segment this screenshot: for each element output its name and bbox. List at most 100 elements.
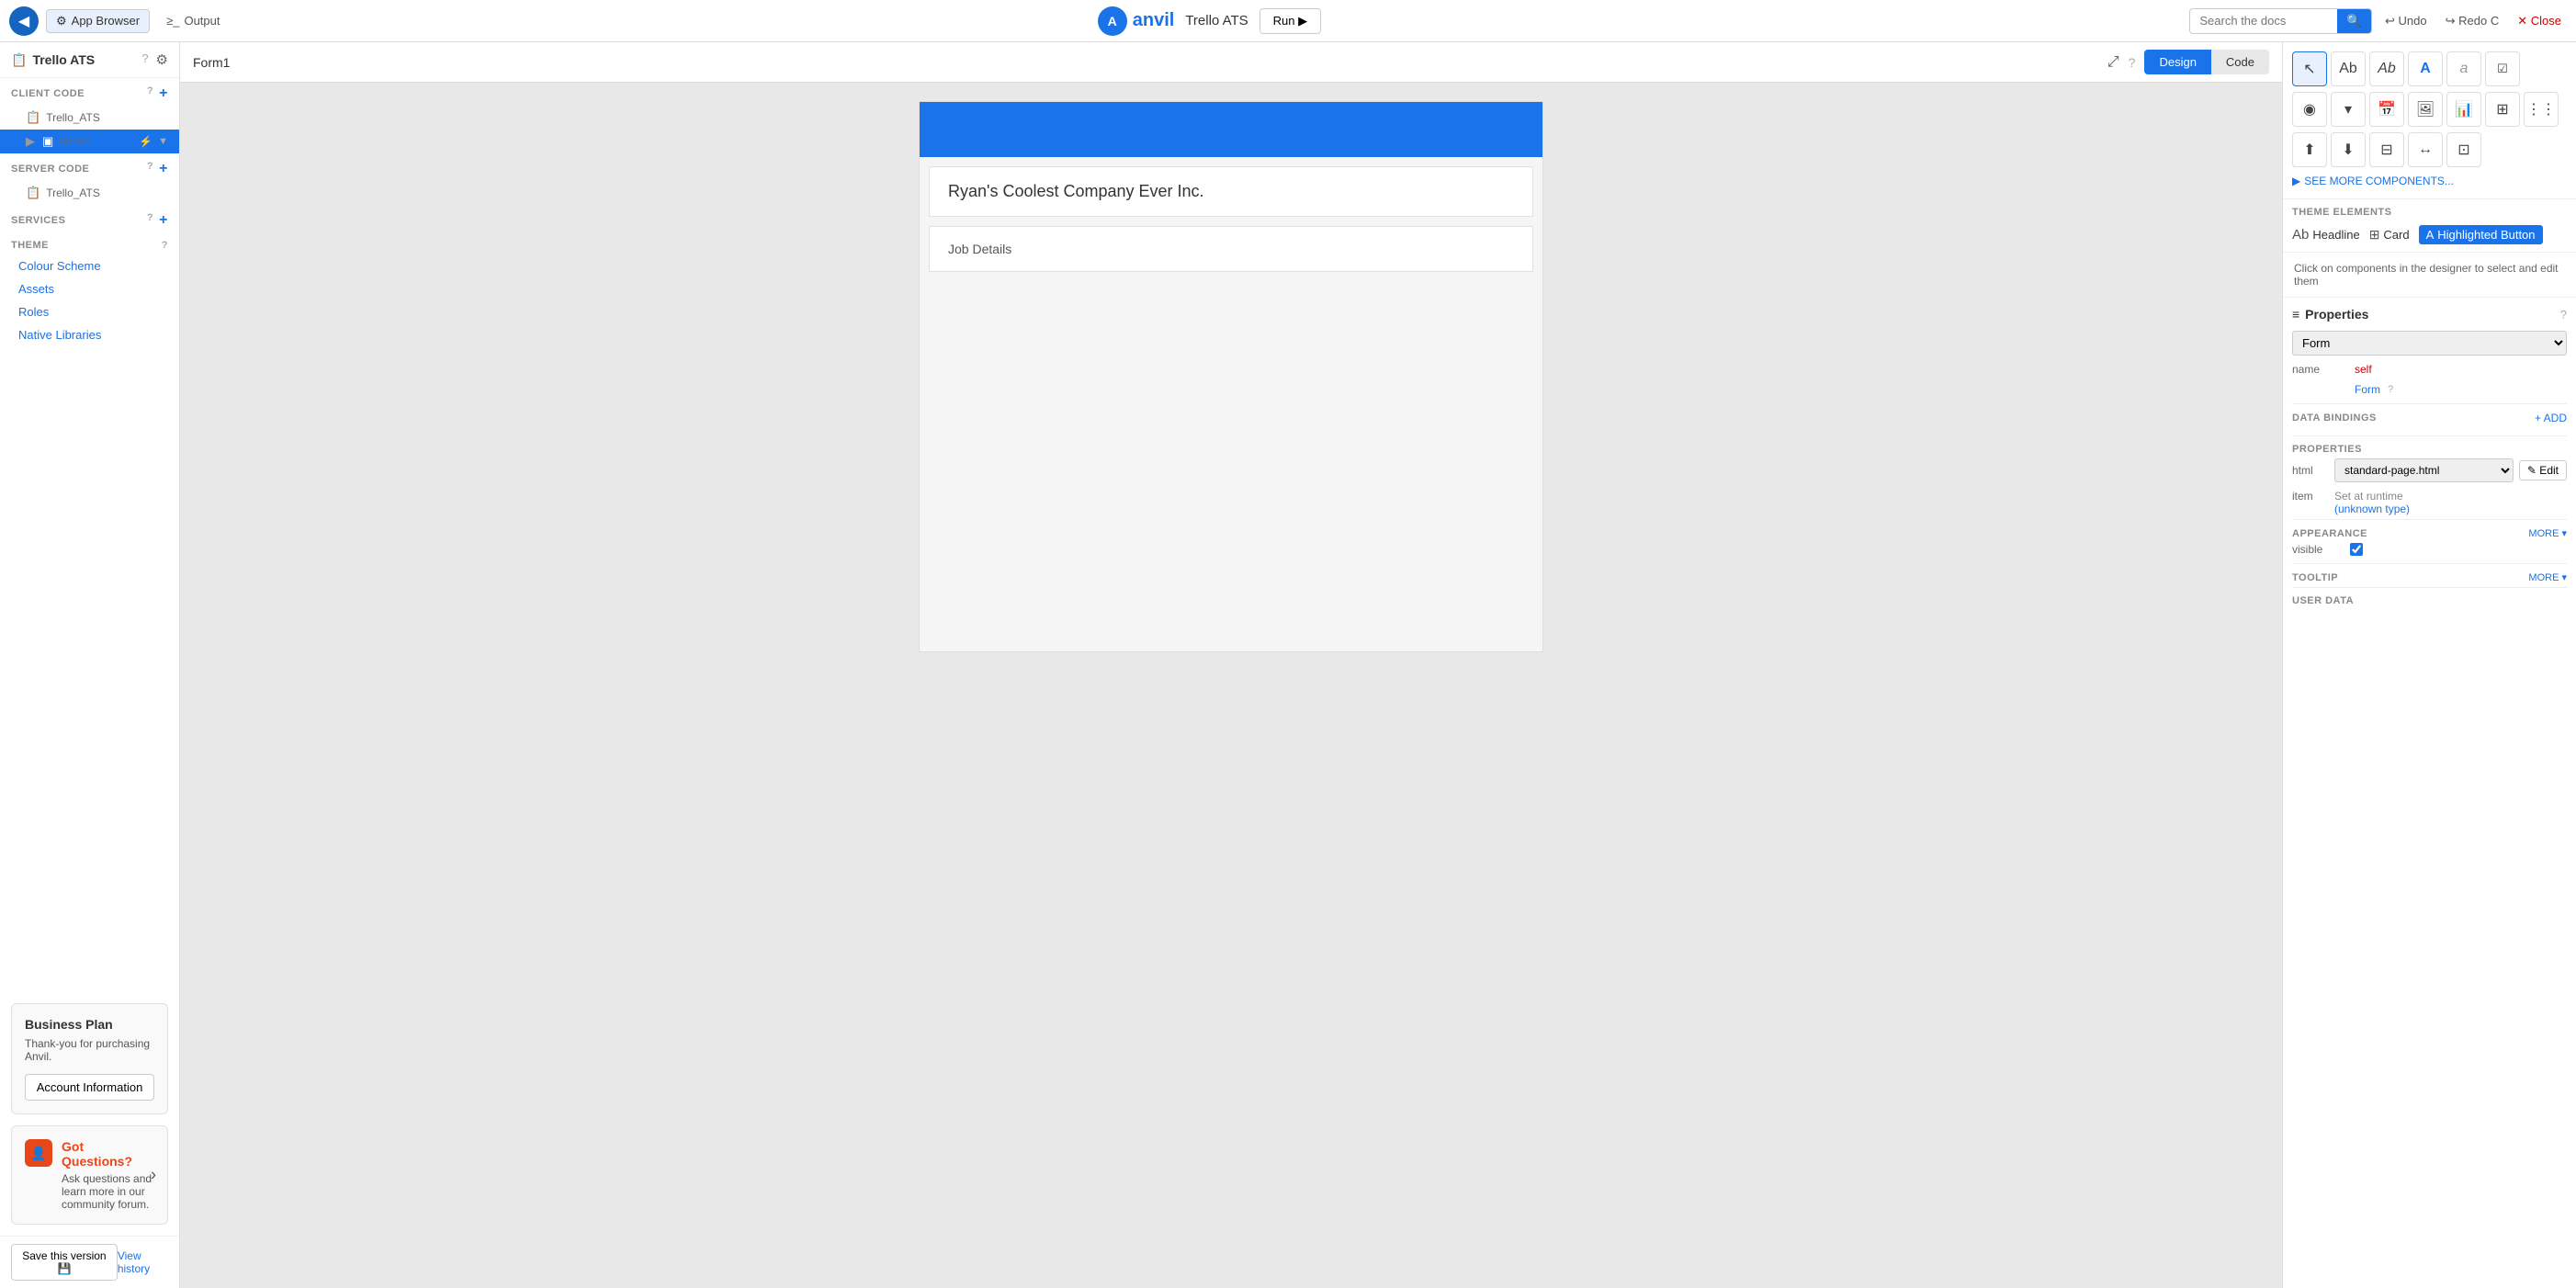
data-bindings-title: DATA BINDINGS	[2292, 412, 2377, 424]
visible-checkbox[interactable]	[2350, 543, 2363, 556]
search-box[interactable]: 🔍	[2189, 8, 2372, 34]
topbar-center: A anvil Trello ATS Run ▶	[236, 6, 2182, 36]
datepicker-component-button[interactable]: 📅	[2369, 92, 2404, 127]
business-plan-box: Business Plan Thank-you for purchasing A…	[11, 1003, 168, 1114]
save-bar: Save this version 💾 View history	[0, 1236, 179, 1288]
form1-dropdown-icon[interactable]: ▼	[158, 136, 168, 147]
anvil-logo: A anvil	[1098, 6, 1175, 36]
theme-card-element[interactable]: ⊞ Card	[2369, 227, 2410, 243]
add-binding-button[interactable]: + ADD	[2535, 412, 2567, 424]
dropdown-component-button[interactable]: ▾	[2331, 92, 2366, 127]
sidebar-item-assets[interactable]: Assets	[0, 277, 179, 300]
form-link-help-icon[interactable]: ?	[2388, 384, 2393, 395]
item-unknown-type[interactable]: (unknown type)	[2334, 503, 2410, 515]
canvas-area[interactable]: Ryan's Coolest Company Ever Inc. Job Det…	[180, 83, 2282, 1288]
server-code-add-icon[interactable]: +	[159, 161, 168, 177]
client-code-add-icon[interactable]: +	[159, 85, 168, 102]
properties-sub-header: PROPERTIES	[2292, 435, 2567, 458]
theme-section: THEME ?	[0, 232, 179, 254]
got-questions-arrow-icon[interactable]: ›	[151, 1166, 156, 1185]
topbar: ◀ ⚙ App Browser ≥_ Output A anvil Trello…	[0, 0, 2576, 42]
tooltip-more-link[interactable]: MORE ▾	[2528, 571, 2567, 583]
server-code-label: SERVER CODE	[11, 164, 89, 175]
close-button[interactable]: ✕ Close	[2512, 10, 2567, 32]
sidebar-item-trello-ats-server[interactable]: 📋 Trello_ATS	[0, 181, 179, 205]
image-component-button[interactable]: 🖼	[2408, 92, 2443, 127]
assets-label: Assets	[18, 282, 54, 296]
services-section: SERVICES ? +	[0, 205, 179, 232]
client-code-help-icon[interactable]: ?	[147, 85, 153, 102]
form-help-button[interactable]: ?	[2129, 55, 2136, 70]
properties-panel: ≡ Properties ? Form name self Form	[2283, 298, 2576, 619]
server-code-help-icon[interactable]: ?	[147, 161, 153, 177]
cursor-tool-button[interactable]: ↖	[2292, 51, 2327, 86]
datagrid-component-button[interactable]: ⊞	[2485, 92, 2520, 127]
undo-button[interactable]: ↩ Undo	[2379, 10, 2433, 32]
services-help-icon[interactable]: ?	[147, 212, 153, 229]
name-prop-value: self	[2355, 363, 2372, 376]
flowpanel-component-button[interactable]: ↔	[2408, 132, 2443, 167]
prop-form-link-row: Form ?	[2292, 383, 2567, 396]
html-select[interactable]: standard-page.html	[2334, 458, 2514, 482]
appearance-more-link[interactable]: MORE ▾	[2528, 527, 2567, 539]
form-expand-button[interactable]: ⤢	[2107, 54, 2119, 71]
code-tab[interactable]: Code	[2211, 50, 2269, 74]
label-component-button[interactable]: Ab	[2331, 51, 2366, 86]
columnpanel-component-button[interactable]: ⊟	[2369, 132, 2404, 167]
sidebar-gear-icon[interactable]: ⚙	[156, 51, 168, 68]
sidebar-item-form1[interactable]: ▶ ▣ Form1 ⚡ ▼	[0, 130, 179, 153]
view-history-link[interactable]: View history	[118, 1249, 168, 1275]
save-button[interactable]: Save this version 💾	[11, 1244, 118, 1281]
sidebar-item-colour-scheme[interactable]: Colour Scheme	[0, 254, 179, 277]
design-tab[interactable]: Design	[2144, 50, 2210, 74]
properties-help-icon[interactable]: ?	[2560, 308, 2567, 322]
search-button[interactable]: 🔍	[2337, 9, 2371, 33]
chart-component-button[interactable]: 📊	[2446, 92, 2481, 127]
form-link[interactable]: Form	[2355, 383, 2380, 396]
form-card-job-details[interactable]: Job Details	[929, 226, 1533, 272]
form-card-company[interactable]: Ryan's Coolest Company Ever Inc.	[929, 166, 1533, 217]
theme-headline-element[interactable]: Ab Headline	[2292, 227, 2360, 243]
sidebar-item-native-libraries[interactable]: Native Libraries	[0, 323, 179, 346]
theme-highlighted-button-element[interactable]: A Highlighted Button	[2419, 225, 2543, 244]
account-information-button[interactable]: Account Information	[25, 1074, 154, 1101]
got-questions-icon: 👤	[25, 1139, 52, 1167]
gridpanel-component-button[interactable]: ⊡	[2446, 132, 2481, 167]
textbox-component-button[interactable]: Ab	[2369, 51, 2404, 86]
redo-button[interactable]: ↪ Redo C	[2440, 10, 2505, 32]
linearpanel-component-button[interactable]: ⬇	[2331, 132, 2366, 167]
form1-chevron-icon[interactable]: ▶	[26, 134, 35, 149]
sidebar-help-icon[interactable]: ?	[141, 51, 148, 68]
services-add-icon[interactable]: +	[159, 212, 168, 229]
business-plan-title: Business Plan	[25, 1017, 154, 1032]
run-button[interactable]: Run ▶	[1260, 8, 1321, 34]
got-questions-content: Got Questions? Ask questions and learn m…	[62, 1139, 154, 1211]
search-input[interactable]	[2190, 9, 2337, 32]
theme-elements-title: THEME ELEMENTS	[2292, 207, 2567, 218]
back-button[interactable]: ◀	[9, 6, 39, 36]
trello-ats-server-label: Trello_ATS	[46, 186, 168, 199]
form-type-select[interactable]: Form	[2292, 331, 2567, 356]
see-more-components-link[interactable]: ▶ SEE MORE COMPONENTS...	[2292, 173, 2567, 189]
theme-help-icon[interactable]: ?	[162, 240, 168, 251]
button-component-button[interactable]: A	[2408, 51, 2443, 86]
form-canvas[interactable]: Ryan's Coolest Company Ever Inc. Job Det…	[919, 101, 1543, 652]
comp-row-3: ⬆ ⬇ ⊟ ↔ ⊡	[2292, 132, 2567, 167]
checkbox-component-button[interactable]: ☑	[2485, 51, 2520, 86]
hbtn-icon: A	[2426, 228, 2435, 242]
app-browser-tab[interactable]: ⚙ App Browser	[46, 9, 150, 33]
got-questions-desc: Ask questions and learn more in our comm…	[62, 1172, 154, 1211]
sidebar-item-roles[interactable]: Roles	[0, 300, 179, 323]
colour-scheme-label: Colour Scheme	[18, 259, 101, 273]
got-questions-title: Got Questions?	[62, 1139, 154, 1169]
link-component-button[interactable]: a	[2446, 51, 2481, 86]
output-tab[interactable]: ≥_ Output	[157, 10, 229, 31]
fileloader-component-button[interactable]: ⬆	[2292, 132, 2327, 167]
appearance-header: APPEARANCE MORE ▾	[2292, 519, 2567, 543]
tooltip-header: TOOLTIP MORE ▾	[2292, 563, 2567, 587]
form-header-right: ⤢ ? Design Code	[2107, 50, 2269, 74]
radio-component-button[interactable]: ◉	[2292, 92, 2327, 127]
sidebar-item-trello-ats-client[interactable]: 📋 Trello_ATS	[0, 106, 179, 130]
columns-component-button[interactable]: ⋮⋮	[2524, 92, 2559, 127]
html-edit-button[interactable]: ✎ Edit	[2519, 460, 2567, 480]
